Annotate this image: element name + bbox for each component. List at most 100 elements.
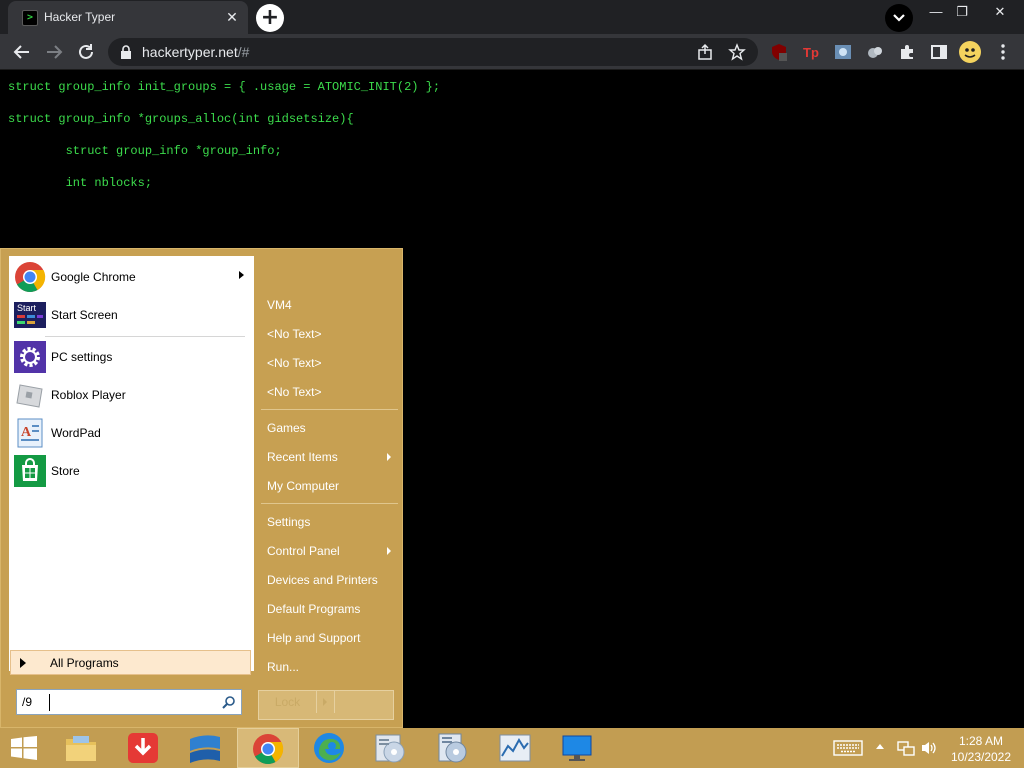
volume-icon[interactable]	[920, 740, 938, 756]
tp-extension-icon[interactable]: Tp	[802, 43, 820, 61]
taskbar-download-app[interactable]	[112, 728, 174, 768]
url-path: /#	[237, 44, 250, 60]
code-line: struct group_info *group_info;	[8, 144, 282, 158]
taskbar-remote-desktop[interactable]	[547, 728, 609, 768]
start-item-games[interactable]: Games	[267, 421, 306, 435]
start-item-control-panel[interactable]: Control Panel	[267, 544, 340, 558]
back-icon[interactable]	[10, 40, 34, 64]
divider	[45, 336, 245, 337]
start-item-no-text-3[interactable]: <No Text>	[267, 385, 321, 399]
code-line: struct group_info init_groups = { .usage…	[8, 80, 441, 94]
clock-time: 1:28 AM	[958, 734, 1004, 748]
restore-button[interactable]: ❐	[948, 2, 976, 22]
start-item-my-computer[interactable]: My Computer	[267, 479, 339, 493]
forward-icon[interactable]	[42, 40, 66, 64]
taskbar-resource-monitor[interactable]	[485, 728, 547, 768]
roblox-icon	[16, 384, 43, 408]
new-tab-button[interactable]: +	[256, 4, 284, 32]
all-programs-label: All Programs	[50, 656, 119, 670]
show-hidden-icons-button[interactable]	[876, 744, 884, 749]
program-label: Start Screen	[51, 308, 118, 322]
program-roblox-player[interactable]: Roblox Player	[9, 377, 254, 413]
taskbar: 1:28 AM 10/23/2022	[0, 728, 1024, 768]
start-item-recent-items[interactable]: Recent Items	[267, 450, 338, 464]
program-wordpad[interactable]: A WordPad	[9, 415, 254, 451]
all-programs-button[interactable]: All Programs	[10, 650, 251, 675]
monitor-icon	[562, 735, 592, 761]
browser-tab[interactable]: > Hacker Typer ✕	[8, 1, 248, 34]
terminal-icon: >	[22, 10, 38, 26]
puzzle-icon[interactable]	[898, 43, 916, 61]
bookmark-star-icon[interactable]	[728, 43, 746, 61]
start-item-vm4[interactable]: VM4	[267, 298, 292, 312]
gear-icon	[14, 341, 46, 373]
wordpad-icon: A	[17, 418, 43, 448]
divider	[261, 503, 398, 504]
edge-icon	[314, 733, 344, 763]
program-start-screen[interactable]: Start Start Screen	[9, 297, 254, 333]
lock-button[interactable]: Lock	[259, 691, 317, 713]
share-icon[interactable]	[696, 43, 714, 61]
url-text: hackertyper.net/#	[142, 44, 249, 60]
start-item-help-support[interactable]: Help and Support	[267, 631, 360, 645]
chevron-right-icon	[323, 698, 327, 706]
touch-keyboard-icon[interactable]	[833, 740, 863, 756]
cloud-extension-icon[interactable]	[866, 43, 884, 61]
program-label: Store	[51, 464, 80, 478]
start-search-input[interactable]: /9	[16, 689, 242, 715]
start-item-no-text-2[interactable]: <No Text>	[267, 356, 321, 370]
program-label: Google Chrome	[51, 270, 136, 284]
address-bar[interactable]: hackertyper.net/#	[108, 38, 758, 66]
side-panel-icon[interactable]	[930, 43, 948, 61]
download-arrow-icon	[128, 733, 158, 763]
performance-chart-icon	[499, 734, 531, 762]
submenu-arrow-icon	[387, 453, 391, 461]
screenshot-extension-icon[interactable]	[834, 43, 852, 61]
network-icon[interactable]	[897, 740, 915, 756]
taskbar-edge[interactable]	[298, 728, 360, 768]
start-item-default-programs[interactable]: Default Programs	[267, 602, 360, 616]
program-label: WordPad	[51, 426, 101, 440]
close-window-button[interactable]: ✕	[986, 2, 1014, 22]
taskbar-google-chrome[interactable]	[237, 728, 299, 768]
program-pc-settings[interactable]: PC settings	[9, 339, 254, 375]
power-options-arrow[interactable]	[317, 691, 335, 713]
system-clock[interactable]: 1:28 AM 10/23/2022	[945, 733, 1017, 765]
tab-search-button[interactable]	[885, 4, 913, 32]
minimize-button[interactable]: —	[922, 2, 950, 22]
taskbar-app-blue[interactable]	[174, 728, 236, 768]
submenu-arrow-icon	[387, 547, 391, 555]
close-tab-icon[interactable]: ✕	[224, 9, 240, 25]
taskbar-media-player[interactable]	[360, 728, 422, 768]
ublock-icon[interactable]	[770, 43, 788, 61]
start-item-run[interactable]: Run...	[267, 660, 299, 674]
avatar[interactable]	[959, 41, 981, 63]
browser-toolbar: hackertyper.net/# Tp	[0, 34, 1024, 70]
start-item-no-text-1[interactable]: <No Text>	[267, 327, 321, 341]
taskbar-file-explorer[interactable]	[50, 728, 112, 768]
text-caret	[49, 694, 50, 711]
windows-start-icon[interactable]	[10, 736, 38, 760]
divider	[261, 409, 398, 410]
folder-icon	[66, 736, 96, 761]
media-disc-icon	[375, 734, 405, 763]
chevron-down-icon	[893, 14, 905, 22]
program-store[interactable]: Store	[9, 453, 254, 489]
windows-flag-icon	[190, 735, 220, 763]
code-line: int nblocks;	[8, 176, 153, 190]
start-item-settings[interactable]: Settings	[267, 515, 310, 529]
taskbar-disc-burner[interactable]	[422, 728, 484, 768]
lock-icon[interactable]	[120, 45, 132, 59]
program-label: PC settings	[51, 350, 113, 364]
search-icon[interactable]	[222, 695, 236, 709]
search-value: /9	[22, 695, 33, 709]
program-label: Roblox Player	[51, 388, 126, 402]
reload-icon[interactable]	[74, 40, 98, 64]
svg-text:A: A	[21, 425, 32, 440]
programs-pane: Google Chrome Start Start Screen PC sett…	[9, 256, 254, 671]
lock-button-group: Lock	[258, 690, 394, 720]
program-google-chrome[interactable]: Google Chrome	[9, 259, 254, 295]
menu-dots-icon[interactable]	[994, 43, 1012, 61]
start-item-devices-printers[interactable]: Devices and Printers	[267, 573, 378, 587]
svg-text:Tp: Tp	[803, 45, 819, 60]
